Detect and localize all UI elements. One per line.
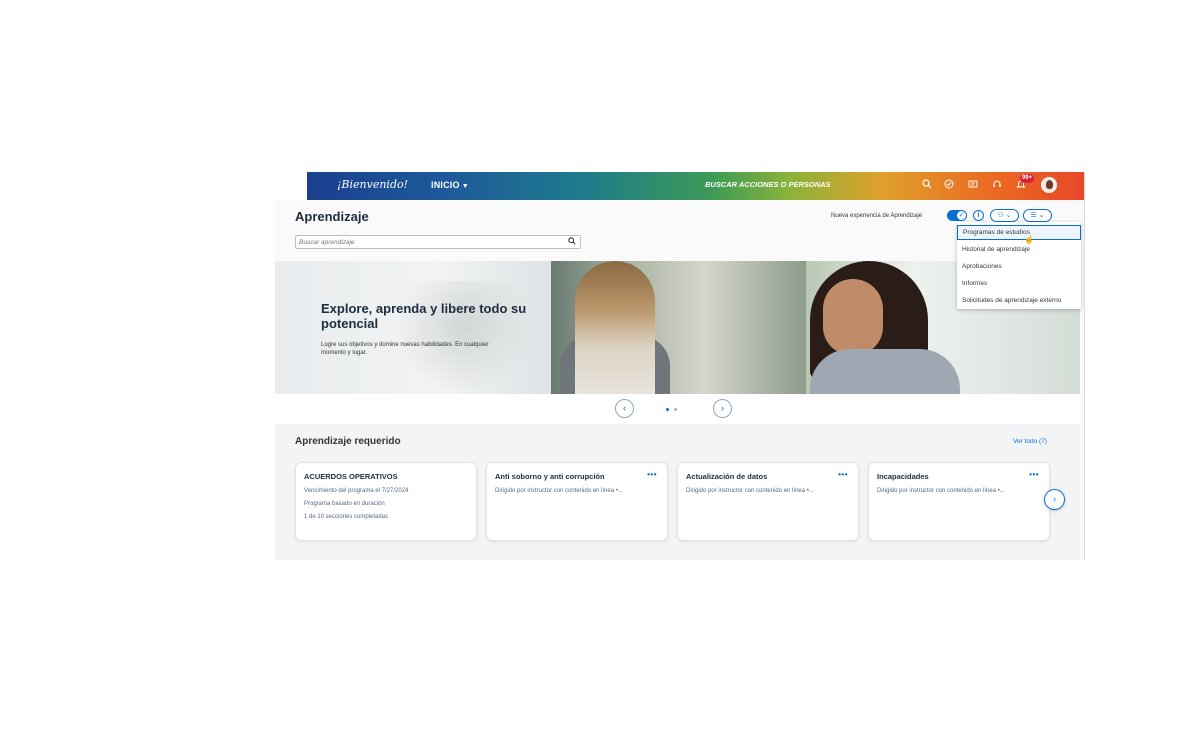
- section-title: Aprendizaje requerido: [295, 436, 401, 447]
- hero-person-face: [823, 279, 883, 355]
- carousel-dot[interactable]: [674, 408, 677, 411]
- hero-person-smiling: [575, 261, 655, 394]
- card-title: ACUERDOS OPERATIVOS: [304, 472, 398, 481]
- card-program-type: Programa basado en duración: [304, 501, 385, 507]
- shell-bar: ¡Bienvenido! INICIO ▼ BUSCAR ACCIONES O P…: [275, 172, 1084, 200]
- hero-subtitle: Logre sus objetivos y domine nuevas habi…: [321, 342, 489, 356]
- more-options-icon[interactable]: •••: [838, 470, 848, 479]
- required-learning-section: Aprendizaje requerido Ver todo (7) ACUER…: [275, 424, 1080, 560]
- chevron-down-icon: ⌄: [1005, 212, 1012, 219]
- list-dropdown-menu: Programas de estudios Historial de apren…: [957, 222, 1081, 309]
- inbox-icon[interactable]: [967, 179, 979, 191]
- card-delivery-type: Dirigido por instructor con contenido en…: [495, 488, 623, 494]
- card-delivery-type: Dirigido por instructor con contenido en…: [877, 488, 1005, 494]
- new-experience-label: Nueva experiencia de Aprendizaje: [831, 213, 923, 219]
- carousel-next-button[interactable]: ›: [713, 399, 732, 418]
- hero-title: Explore, aprenda y libere todo su potenc…: [321, 301, 527, 331]
- menu-item-solicitudes[interactable]: Solicitudes de aprendizaje externo: [957, 293, 1081, 308]
- carousel-controls: ‹ ›: [275, 394, 1080, 424]
- global-search-field[interactable]: BUSCAR ACCIONES O PERSONAS: [705, 180, 831, 189]
- new-experience-toggle[interactable]: [947, 210, 967, 221]
- card-title: Actualización de datos: [686, 472, 768, 481]
- menu-item-informes[interactable]: Informes: [957, 276, 1081, 291]
- people-icon: ⚇: [997, 212, 1004, 219]
- learning-card[interactable]: Incapacidades ••• Dirigido por instructo…: [868, 462, 1050, 541]
- menu-item-historial[interactable]: Historial de aprendizaje: [957, 242, 1081, 257]
- avatar[interactable]: [1041, 177, 1057, 193]
- list-icon: ☰: [1030, 212, 1037, 219]
- cards-next-button[interactable]: ›: [1044, 489, 1065, 510]
- more-options-icon[interactable]: •••: [647, 470, 657, 479]
- carousel-prev-button[interactable]: ‹: [615, 399, 634, 418]
- card-delivery-type: Dirigido por instructor con contenido en…: [686, 488, 814, 494]
- app-window: ¡Bienvenido! INICIO ▼ BUSCAR ACCIONES O P…: [275, 172, 1085, 560]
- chevron-down-icon: ▼: [461, 183, 469, 190]
- learning-card[interactable]: Actualización de datos ••• Dirigido por …: [677, 462, 859, 541]
- people-menu-button[interactable]: ⚇ ⌄: [990, 209, 1019, 222]
- home-menu-label: INICIO: [431, 180, 460, 190]
- notification-badge: 99+: [1020, 174, 1035, 183]
- more-options-icon[interactable]: •••: [1029, 470, 1039, 479]
- learning-search-input[interactable]: [299, 237, 559, 248]
- search-icon[interactable]: [921, 179, 933, 191]
- learning-card[interactable]: ACUERDOS OPERATIVOS Vencimiento del prog…: [295, 462, 477, 541]
- hero-person-sweater: [810, 349, 960, 394]
- info-icon[interactable]: i: [973, 210, 984, 221]
- search-icon[interactable]: [568, 237, 576, 247]
- learning-search-field[interactable]: [295, 235, 581, 249]
- carousel-dot-active[interactable]: [666, 408, 669, 411]
- chevron-down-icon: ⌄: [1038, 212, 1045, 219]
- list-menu-button[interactable]: ☰ ⌄: [1023, 209, 1052, 222]
- menu-item-aprobaciones[interactable]: Aprobaciones: [957, 259, 1081, 274]
- headset-icon[interactable]: [991, 179, 1003, 191]
- hero-blurred-person: [395, 281, 535, 394]
- card-due-date: Vencimiento del programa el 7/27/2024: [304, 488, 409, 494]
- card-progress: 1 de 10 secciones completadas: [304, 514, 389, 520]
- card-title: Anti soborno y anti corrupción: [495, 472, 605, 481]
- home-menu-button[interactable]: INICIO ▼: [431, 180, 469, 190]
- page-title: Aprendizaje: [295, 209, 369, 224]
- menu-item-programas[interactable]: Programas de estudios: [957, 225, 1081, 240]
- view-all-link[interactable]: Ver todo (7): [1013, 438, 1047, 445]
- company-logo[interactable]: ¡Bienvenido!: [337, 178, 408, 191]
- hand-cursor-icon: ☝: [1024, 235, 1034, 244]
- learning-card[interactable]: Anti soborno y anti corrupción ••• Dirig…: [486, 462, 668, 541]
- card-title: Incapacidades: [877, 472, 929, 481]
- check-circle-icon[interactable]: [943, 179, 955, 191]
